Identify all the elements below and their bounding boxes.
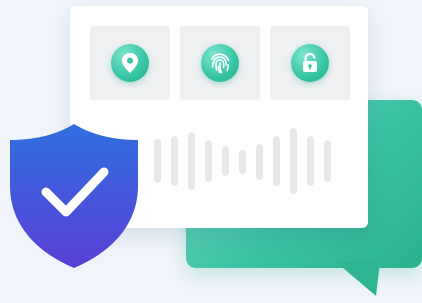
shield-check-icon (10, 124, 138, 268)
security-illustration (0, 0, 422, 303)
chat-bubble-tail (336, 262, 380, 296)
